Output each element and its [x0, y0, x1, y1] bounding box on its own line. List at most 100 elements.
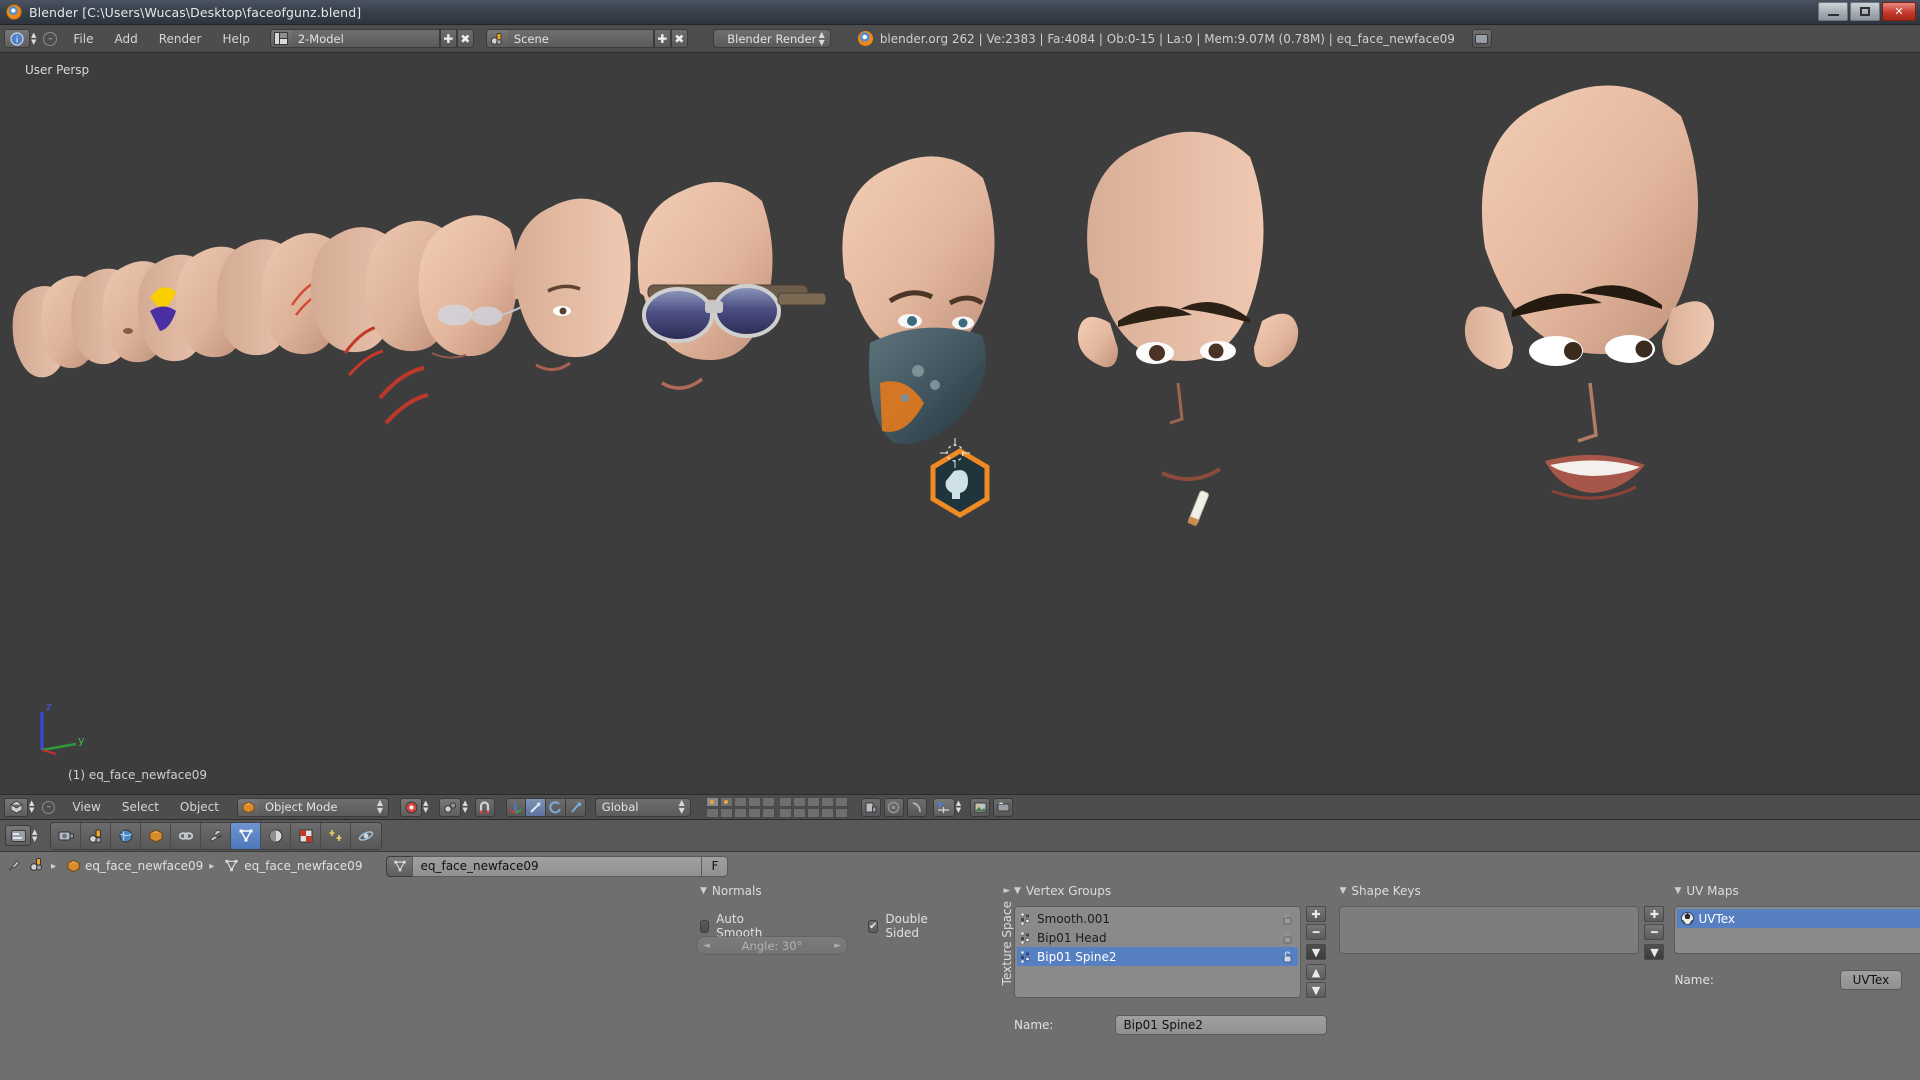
- list-item[interactable]: Bip01 Head: [1017, 928, 1298, 947]
- auto-smooth-checkbox[interactable]: [700, 919, 710, 933]
- snap-magnet-icon[interactable]: [474, 797, 495, 817]
- texture-space-expand-triangle[interactable]: ►: [1004, 886, 1011, 896]
- remove-vertex-group-button[interactable]: ━: [1306, 924, 1326, 940]
- object-mode-icon: [237, 797, 259, 817]
- report-icon[interactable]: [1471, 29, 1492, 48]
- double-sided-row[interactable]: ✔ Double Sided: [868, 912, 931, 940]
- move-group-up-button[interactable]: ▲: [1306, 964, 1326, 980]
- vertex-group-icon: [1021, 950, 1030, 963]
- add-scene-button[interactable]: ✚: [653, 29, 671, 48]
- double-sided-checkbox[interactable]: ✔: [868, 919, 879, 933]
- panel-collapse-triangle: ▼: [700, 886, 707, 896]
- proportional-edit-icon[interactable]: [883, 797, 904, 817]
- delete-scene-button[interactable]: ✖: [670, 29, 688, 48]
- blender-logo-icon: [857, 31, 873, 46]
- screen-layout-value[interactable]: 2-Model: [291, 29, 440, 48]
- add-vertex-group-button[interactable]: ✚: [1306, 906, 1326, 922]
- texture-space-collapsed-panel[interactable]: ► Texture Space: [1000, 884, 1014, 1080]
- collapse-menu-icon[interactable]: –: [43, 31, 58, 46]
- transform-manipulator-group[interactable]: [505, 797, 586, 817]
- pivot-point-selector[interactable]: ▲ ▼: [439, 797, 468, 817]
- mesh-datablock-name-input[interactable]: eq_face_newface09: [412, 855, 703, 877]
- breadcrumb-object-name: eq_face_newface09: [85, 859, 204, 873]
- constraints-tab[interactable]: [171, 822, 202, 849]
- scene-selector[interactable]: Scene ✚ ✖: [485, 29, 688, 48]
- manipulator-enable-icon[interactable]: [505, 797, 526, 817]
- shape-key-specials-button[interactable]: ▼: [1644, 944, 1665, 960]
- shape-keys-list[interactable]: [1339, 906, 1640, 954]
- properties-editor-type[interactable]: ▲ ▼: [5, 825, 37, 846]
- menu-help[interactable]: Help: [213, 29, 258, 49]
- world-tab[interactable]: [111, 822, 142, 849]
- material-tab[interactable]: [261, 822, 292, 849]
- rotate-manipulator-icon[interactable]: [545, 797, 566, 817]
- svg-text:z: z: [46, 700, 52, 713]
- object-data-tab[interactable]: [231, 822, 262, 849]
- list-item[interactable]: UVTex: [1677, 909, 1920, 928]
- screen-layout-selector[interactable]: 2-Model ✚ ✖: [269, 29, 474, 48]
- viewport-shading-selector[interactable]: ▲ ▼: [400, 797, 428, 817]
- menu-object[interactable]: Object: [171, 797, 228, 817]
- maximize-button[interactable]: [1850, 2, 1880, 21]
- browse-data-icon[interactable]: [29, 857, 45, 875]
- snap-element-selector[interactable]: ▲ ▼: [932, 797, 961, 817]
- uv-maps-title[interactable]: ▼ UV Maps: [1674, 884, 1920, 898]
- menu-select[interactable]: Select: [113, 797, 168, 817]
- lock-scene-icon[interactable]: [860, 797, 881, 817]
- scene-value[interactable]: Scene: [507, 29, 654, 48]
- slider-left-arrow[interactable]: ◄: [703, 941, 710, 951]
- scene-tab[interactable]: [81, 822, 112, 849]
- fake-user-button[interactable]: F: [702, 855, 729, 877]
- vertex-groups-list[interactable]: Smooth.001 Bip01 Head Bip01 Spine2: [1014, 906, 1301, 998]
- texture-tab[interactable]: [291, 822, 322, 849]
- transform-orientation-selector[interactable]: Global ▲ ▼: [594, 797, 691, 817]
- delete-screen-layout-button[interactable]: ✖: [456, 29, 474, 48]
- auto-smooth-angle-slider[interactable]: ◄ Angle: 30° ►: [696, 936, 848, 955]
- menu-render[interactable]: Render: [150, 29, 211, 49]
- add-screen-layout-button[interactable]: ✚: [439, 29, 457, 48]
- collapse-menu-icon[interactable]: –: [42, 800, 56, 814]
- list-item[interactable]: Smooth.001: [1017, 909, 1298, 928]
- uv-map-name-input[interactable]: UVTex: [1839, 970, 1902, 990]
- breadcrumb-mesh-data[interactable]: eq_face_newface09: [224, 859, 362, 873]
- physics-tab[interactable]: [351, 822, 382, 849]
- editor-type-selector[interactable]: i ▲ ▼: [4, 29, 36, 48]
- remove-shape-key-button[interactable]: ━: [1644, 924, 1665, 940]
- vertex-groups-title[interactable]: ▼ Vertex Groups: [1014, 884, 1327, 898]
- object-tab[interactable]: [141, 822, 172, 849]
- scene-layers[interactable]: [705, 796, 848, 818]
- vertex-group-name-label: Name:: [1014, 1018, 1054, 1032]
- scale-manipulator-icon[interactable]: [565, 797, 586, 817]
- add-shape-key-button[interactable]: ✚: [1644, 906, 1665, 922]
- 3d-view-editor-type[interactable]: ▲ ▼: [4, 797, 34, 817]
- vertex-group-specials-button[interactable]: ▼: [1306, 944, 1326, 960]
- minimize-button[interactable]: [1818, 2, 1848, 21]
- 3d-viewport[interactable]: User Persp z y (1) eq_face_newface09: [0, 53, 1920, 794]
- list-item[interactable]: Bip01 Spine2: [1017, 947, 1298, 966]
- normals-panel-title[interactable]: ▼ Normals: [700, 884, 762, 898]
- menu-file[interactable]: File: [64, 29, 102, 49]
- model-row-render: [12, 85, 1715, 527]
- breadcrumb-object[interactable]: eq_face_newface09: [66, 859, 203, 873]
- vertex-group-icon: [1021, 912, 1030, 925]
- particles-tab[interactable]: [321, 822, 352, 849]
- close-button[interactable]: ✕: [1882, 2, 1916, 21]
- move-group-down-button[interactable]: ▼: [1306, 982, 1326, 998]
- uv-maps-list[interactable]: UVTex: [1674, 906, 1920, 954]
- menu-view[interactable]: View: [63, 797, 109, 817]
- modifiers-tab[interactable]: [201, 822, 232, 849]
- properties-tabs[interactable]: [50, 821, 383, 850]
- clip-region-icon[interactable]: [906, 797, 927, 817]
- render-engine-selector[interactable]: Blender Render ▲ ▼: [712, 29, 831, 48]
- render-animation-icon[interactable]: [993, 797, 1014, 817]
- pin-icon[interactable]: [8, 857, 23, 875]
- render-image-icon[interactable]: [970, 797, 991, 817]
- menu-add[interactable]: Add: [105, 29, 146, 49]
- vertex-group-name-input[interactable]: Bip01 Spine2: [1115, 1015, 1328, 1035]
- mesh-datablock-field[interactable]: eq_face_newface09 F: [386, 855, 729, 877]
- translate-manipulator-icon[interactable]: [525, 797, 546, 817]
- render-tab[interactable]: [51, 822, 82, 849]
- shape-keys-title[interactable]: ▼ Shape Keys: [1339, 884, 1664, 898]
- slider-right-arrow[interactable]: ►: [834, 941, 841, 951]
- interaction-mode-selector[interactable]: Object Mode ▲ ▼: [237, 797, 389, 817]
